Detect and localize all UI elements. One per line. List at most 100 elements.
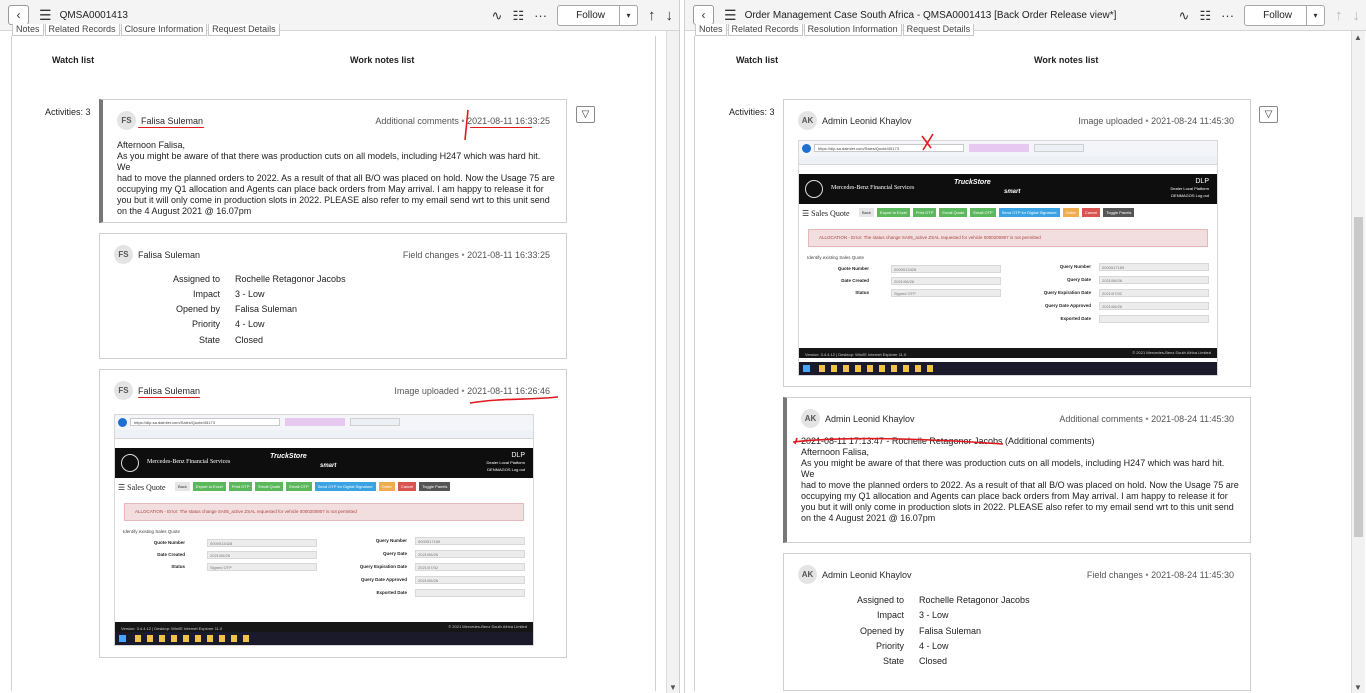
uploaded-screenshot[interactable]: https://dlp-sa.daimler.com/Sales/Quote/4… xyxy=(114,414,534,646)
tab-notes[interactable]: Notes xyxy=(12,24,44,36)
sq-field-value: Signed OTP xyxy=(207,563,317,571)
tab-closure-information[interactable]: Closure Information xyxy=(120,24,208,36)
sq-field-label: Quote Number xyxy=(837,266,869,271)
comment-line: you but it will only come in production … xyxy=(801,502,1234,512)
uploaded-screenshot[interactable]: https://dlp-sa.daimler.com/Sales/Quote/4… xyxy=(798,140,1218,376)
tab-request-details[interactable]: Request Details xyxy=(208,24,280,36)
settings-sliders-icon[interactable]: ☷ xyxy=(512,8,524,24)
scroll-down-icon[interactable]: ▼ xyxy=(669,683,677,692)
sq-field-label: Query Date Approved xyxy=(360,577,407,582)
sq-button: Email Quote xyxy=(939,208,968,217)
sales-quote-title: ☰ Sales Quote xyxy=(118,483,166,492)
sq-button: Export to Excel xyxy=(876,208,910,217)
sales-quote-buttons: Back Export to Excel Print OTP Email Quo… xyxy=(859,208,1135,217)
author-name[interactable]: Admin Leonid Khaylov xyxy=(822,570,912,580)
field-value: 3 - Low xyxy=(919,610,949,620)
arrow-up-icon[interactable]: ↑ xyxy=(648,7,656,24)
author-name[interactable]: Admin Leonid Khaylov xyxy=(825,414,915,424)
left-scrollbar[interactable]: ▼ xyxy=(666,31,679,693)
mercedes-logo-icon xyxy=(805,180,823,198)
identify-label: Identify existing Sales Quote xyxy=(123,529,181,534)
panel-border-right xyxy=(655,36,656,691)
tab-related-records[interactable]: Related Records xyxy=(727,24,803,36)
entry-meta: Field changes • 2021-08-24 11:45:30 xyxy=(1086,570,1234,580)
comment-line: on the 4 August 2021 @ 16.07pm xyxy=(801,513,936,523)
scroll-up-icon[interactable]: ▲ xyxy=(1354,33,1362,42)
field-label: Assigned to xyxy=(172,274,220,284)
sq-button: Email Quote xyxy=(255,482,284,491)
sq-field-value: 2021/06/26 xyxy=(891,277,1001,285)
annotation-underline xyxy=(138,127,204,128)
settings-sliders-icon[interactable]: ☷ xyxy=(1199,8,1211,24)
menu-icon[interactable]: ☰ xyxy=(39,7,52,24)
arrow-down-icon[interactable]: ↓ xyxy=(1353,7,1361,24)
sq-field-value: 0000513428 xyxy=(891,265,1001,273)
filter-button[interactable]: ▽ xyxy=(576,106,595,123)
truckstore-logo: TruckStore xyxy=(270,453,307,460)
browser-favorites-bar xyxy=(799,156,1217,164)
tab-resolution-information[interactable]: Resolution Information xyxy=(803,24,902,36)
menu-icon[interactable]: ☰ xyxy=(724,7,737,24)
scroll-down-icon[interactable]: ▼ xyxy=(1354,683,1362,692)
chevron-down-icon[interactable]: ▾ xyxy=(1306,6,1324,25)
activity-icon[interactable]: ∿ xyxy=(1179,8,1190,24)
avatar: AK xyxy=(798,111,817,130)
dlp-title: DLP xyxy=(511,452,525,459)
browser-back-icon xyxy=(118,418,127,427)
footer-version: Version: 3.4.4.12 | Desktop: Win/IE Inte… xyxy=(121,626,223,631)
activity-card-image: FS Falisa Suleman Image uploaded • 2021-… xyxy=(99,369,567,658)
comment-line: As you might be aware of that there was … xyxy=(801,458,1225,479)
back-button[interactable]: ‹ xyxy=(8,5,29,25)
browser-favorites-bar xyxy=(115,430,533,438)
dlp-footer: Version: 3.4.4.12 | Desktop: Win/IE Inte… xyxy=(799,348,1217,358)
field-label: State xyxy=(198,335,220,345)
field-label: State xyxy=(882,656,904,666)
tab-notes[interactable]: Notes xyxy=(695,24,727,36)
panel-border-left xyxy=(11,36,12,691)
watch-list-label: Watch list xyxy=(736,55,779,65)
browser-tab xyxy=(969,144,1029,152)
sq-field-value xyxy=(415,589,525,597)
more-icon[interactable]: ··· xyxy=(534,8,547,23)
follow-label: Follow xyxy=(576,10,605,21)
follow-button[interactable]: Follow ▾ xyxy=(557,5,638,26)
arrow-up-icon[interactable]: ↑ xyxy=(1335,7,1343,24)
filter-button[interactable]: ▽ xyxy=(1259,106,1278,123)
chevron-down-icon[interactable]: ▾ xyxy=(619,6,637,25)
right-scrollbar[interactable]: ▲ ▼ xyxy=(1351,31,1365,693)
filter-icon: ▽ xyxy=(1264,109,1273,120)
follow-button[interactable]: Follow ▾ xyxy=(1244,5,1325,26)
sales-quote-label: Sales Quote xyxy=(811,209,850,218)
sq-button: Cancel xyxy=(397,482,417,491)
author-name[interactable]: Falisa Suleman xyxy=(138,250,200,260)
sq-field-label: Query Date xyxy=(382,551,407,556)
tab-related-records[interactable]: Related Records xyxy=(44,24,120,36)
activity-card-field-changes: AK Admin Leonid Khaylov Field changes • … xyxy=(783,553,1251,691)
author-name[interactable]: Falisa Suleman xyxy=(141,116,203,126)
sq-field-label: Query Expiration Date xyxy=(359,564,407,569)
comment-line: occupying my Q1 allocation and Agents ca… xyxy=(117,184,544,194)
comment-line: As you might be aware of that there was … xyxy=(117,151,541,172)
activity-icon[interactable]: ∿ xyxy=(492,8,503,24)
sq-button: Toggle Panels xyxy=(1103,208,1135,217)
footer-copyright: © 2021 Mercedes-Benz South Africa Limite… xyxy=(448,624,527,629)
field-value: Closed xyxy=(235,335,264,345)
windows-taskbar xyxy=(799,362,1217,375)
sq-field-label: Status xyxy=(855,290,869,295)
arrow-down-icon[interactable]: ↓ xyxy=(666,7,674,24)
tab-request-details[interactable]: Request Details xyxy=(902,24,975,36)
activity-card-image: AK Admin Leonid Khaylov Image uploaded •… xyxy=(783,99,1251,387)
entry-meta: Additional comments • 2021-08-24 11:45:3… xyxy=(1059,414,1234,424)
author-name[interactable]: Admin Leonid Khaylov xyxy=(822,116,912,126)
more-icon[interactable]: ··· xyxy=(1221,8,1234,23)
sq-back-button: Back xyxy=(175,482,190,491)
annotation-underline xyxy=(138,397,200,398)
scroll-thumb[interactable] xyxy=(1354,217,1363,537)
activities-count: Activities: 3 xyxy=(729,107,775,117)
author-name[interactable]: Falisa Suleman xyxy=(138,386,200,396)
sq-field-value: 2021/06/26 xyxy=(415,550,525,558)
comment-body: 2021-08-11 17:13:47 - Rochelle Retagonor… xyxy=(801,436,1240,524)
back-button[interactable]: ‹ xyxy=(693,5,714,25)
dlp-user: DENMAGOS xyxy=(1171,193,1195,198)
sq-button: Print OTP xyxy=(912,208,937,217)
